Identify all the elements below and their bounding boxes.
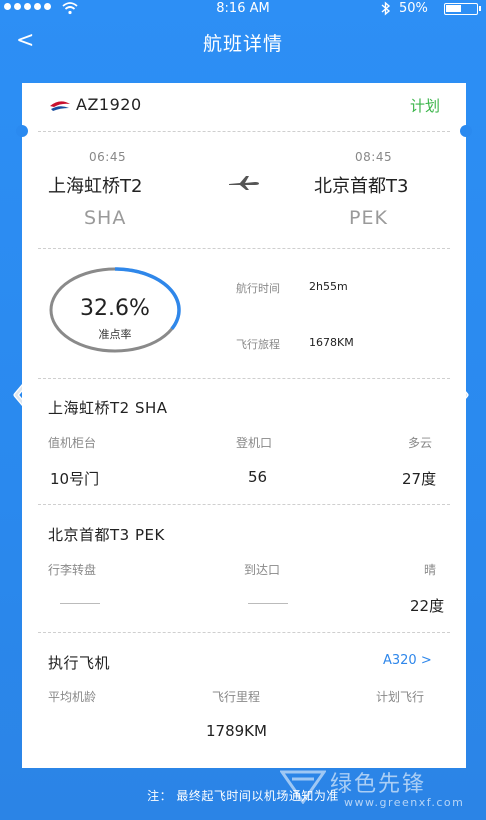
- arrival-temperature: 22度: [410, 597, 445, 615]
- punctuality-gauge: 32.6% 准点率: [48, 266, 182, 354]
- departure-time: 06:45: [89, 150, 127, 164]
- checkin-counter-value: 10号门: [50, 470, 100, 488]
- gate-value: 56: [248, 468, 268, 486]
- watermark-logo-icon: [280, 770, 326, 804]
- aircraft-section-title: 执行飞机: [48, 654, 111, 672]
- planned-flights-label: 计划飞行: [376, 690, 425, 704]
- duration-value: 2h55m: [309, 280, 348, 293]
- distance-value: 1678KM: [309, 336, 354, 349]
- plane-icon: [229, 176, 259, 190]
- flight-detail-card: AZ1920 计划 06:45 上海虹桥T2 SHA 08:45 北京首都T3 …: [16, 83, 472, 768]
- arrival-weather-label: 晴: [424, 563, 437, 577]
- arrival-section-title: 北京首都T3 PEK: [48, 526, 165, 544]
- arrival-exit-label: 到达口: [244, 563, 281, 577]
- departure-temperature: 27度: [402, 470, 437, 488]
- bluetooth-icon: [381, 1, 391, 16]
- average-age-label: 平均机龄: [48, 690, 97, 704]
- flight-status-badge: 计划: [409, 97, 440, 115]
- battery-percent: 50%: [399, 1, 428, 16]
- flight-mileage-value: 1789KM: [206, 722, 267, 740]
- watermark-text: 绿色先锋: [330, 772, 427, 797]
- checkin-counter-label: 值机柜台: [48, 436, 97, 450]
- baggage-carousel-empty: [60, 603, 100, 604]
- divider: [38, 504, 450, 505]
- departure-weather-label: 多云: [408, 436, 433, 450]
- arrival-airport: 北京首都T3: [314, 176, 409, 197]
- distance-label: 飞行旅程: [236, 338, 280, 351]
- departure-code: SHA: [84, 207, 127, 229]
- punctuality-rate: 32.6%: [80, 296, 150, 321]
- departure-airport: 上海虹桥T2: [48, 176, 143, 197]
- aircraft-model-link[interactable]: A320 >: [383, 653, 432, 668]
- arrival-code: PEK: [349, 207, 388, 229]
- card-notch: [460, 125, 472, 137]
- watermark-url: www.greenxf.com: [344, 796, 465, 809]
- divider: [38, 378, 450, 379]
- nav-bar: < 航班详情: [0, 22, 486, 62]
- baggage-carousel-label: 行李转盘: [48, 563, 97, 577]
- arrival-exit-empty: [248, 603, 288, 604]
- status-bar: 8:16 AM 50%: [0, 0, 486, 18]
- card-notch: [16, 125, 28, 137]
- duration-label: 航行时间: [236, 282, 280, 295]
- arrival-time: 08:45: [355, 150, 393, 164]
- divider: [38, 632, 450, 633]
- gate-label: 登机口: [236, 436, 273, 450]
- battery-icon: [444, 3, 478, 15]
- page-title: 航班详情: [202, 33, 283, 55]
- battery-tip: [479, 6, 481, 11]
- punctuality-label: 准点率: [98, 328, 132, 341]
- divider: [38, 248, 450, 249]
- watermark: 绿色先锋 www.greenxf.com: [280, 766, 480, 816]
- departure-section-title: 上海虹桥T2 SHA: [48, 399, 168, 417]
- divider: [38, 131, 450, 132]
- flight-header: AZ1920 计划: [48, 95, 440, 119]
- flight-mileage-label: 飞行里程: [212, 690, 261, 704]
- flight-number: AZ1920: [76, 95, 142, 114]
- airline-logo-icon: [50, 101, 70, 111]
